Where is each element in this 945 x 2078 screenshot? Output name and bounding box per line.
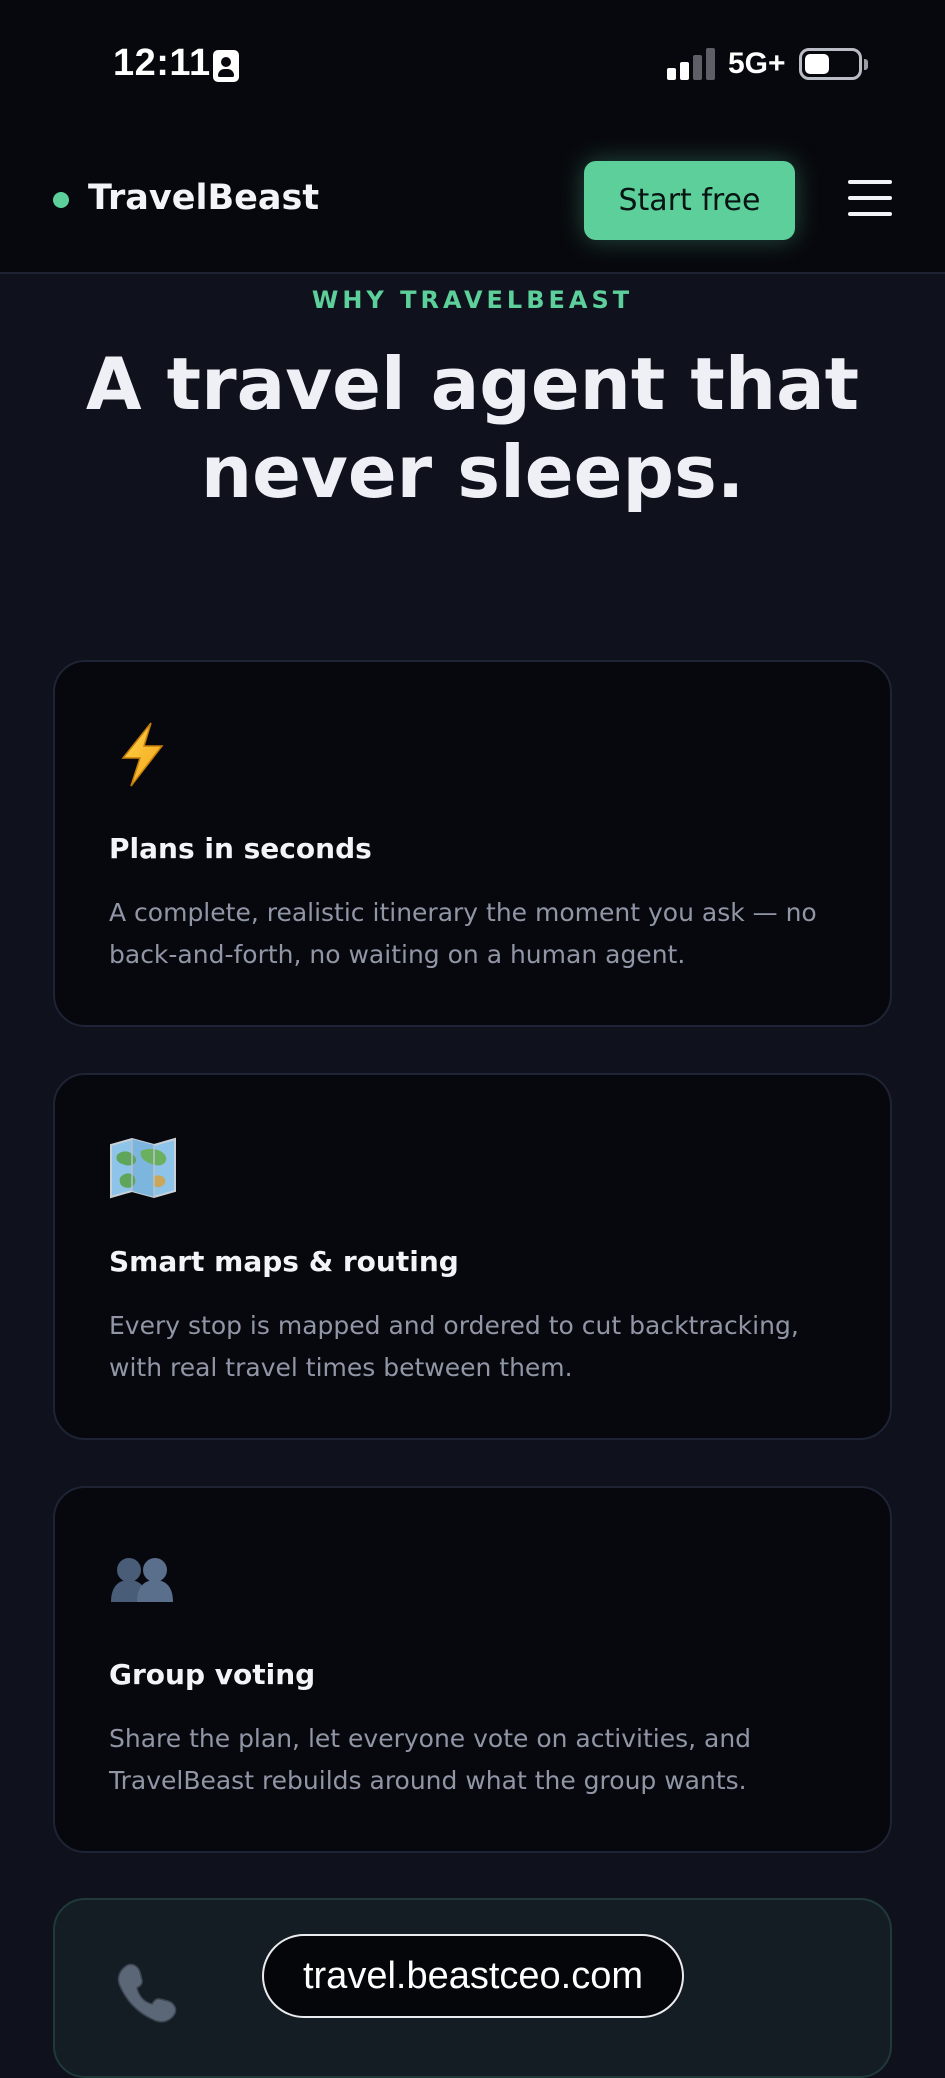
feature-card-voting: Group voting Share the plan, let everyon… bbox=[53, 1486, 892, 1853]
headline-line-2: never sleeps. bbox=[200, 430, 745, 514]
brand-logo[interactable]: TravelBeast bbox=[88, 178, 319, 218]
site-header: TravelBeast Start free bbox=[0, 130, 945, 274]
brand-dot-icon bbox=[53, 192, 69, 208]
signal-icon bbox=[667, 48, 715, 80]
map-icon bbox=[110, 1137, 176, 1199]
network-type: 5G+ bbox=[728, 47, 786, 80]
start-free-button[interactable]: Start free bbox=[584, 161, 795, 240]
hamburger-menu-icon[interactable] bbox=[848, 177, 892, 219]
lightning-icon bbox=[121, 722, 164, 787]
status-time: 12:11 bbox=[113, 42, 211, 84]
feature-title: Smart maps & routing bbox=[109, 1245, 459, 1278]
status-bar: 12:11 5G+ bbox=[0, 0, 945, 130]
people-icon bbox=[111, 1558, 173, 1602]
feature-title: Group voting bbox=[109, 1658, 316, 1691]
feature-card-maps: Smart maps & routing Every stop is mappe… bbox=[53, 1073, 892, 1440]
feature-description: Every stop is mapped and ordered to cut … bbox=[109, 1311, 799, 1382]
contact-card-icon bbox=[213, 50, 239, 82]
url-bar[interactable]: travel.beastceo.com bbox=[262, 1934, 684, 2018]
section-headline: A travel agent that never sleeps. bbox=[40, 340, 905, 516]
feature-description: A complete, realistic itinerary the mome… bbox=[109, 898, 817, 969]
headline-line-1: A travel agent that bbox=[85, 342, 860, 426]
telephone-icon bbox=[117, 1963, 177, 2023]
section-eyebrow: WHY TRAVELBEAST bbox=[311, 286, 634, 314]
feature-title: Plans in seconds bbox=[109, 832, 372, 865]
feature-description: Share the plan, let everyone vote on act… bbox=[109, 1724, 752, 1795]
battery-icon bbox=[799, 48, 868, 80]
feature-card-plans: Plans in seconds A complete, realistic i… bbox=[53, 660, 892, 1027]
